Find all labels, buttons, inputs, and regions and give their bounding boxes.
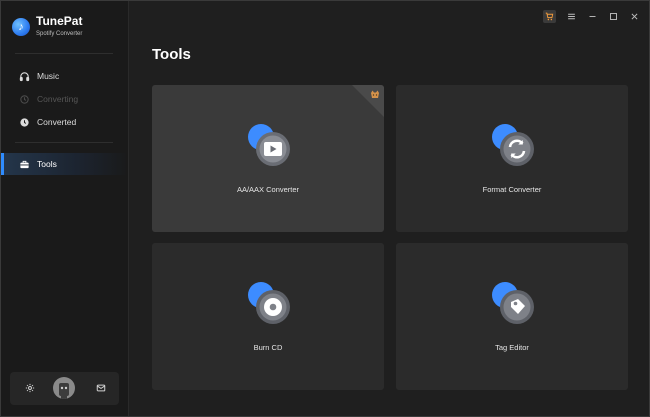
sidebar-item-label: Music [37, 71, 60, 81]
menu-icon[interactable] [565, 10, 578, 23]
tool-card-tag-editor[interactable]: Tag Editor [396, 243, 628, 390]
premium-badge-icon [368, 88, 381, 101]
tag-icon [492, 282, 534, 324]
sidebar-item-music[interactable]: Music [1, 65, 128, 87]
sidebar: ♪ TunePat Spotify Converter Music Conver… [1, 1, 129, 416]
sidebar-item-converting[interactable]: Converting [1, 88, 128, 110]
sidebar-item-tools[interactable]: Tools [1, 153, 128, 175]
tool-card-burn-cd[interactable]: Burn CD [152, 243, 384, 390]
sidebar-item-label: Converting [37, 94, 79, 104]
app-subtitle: Spotify Converter [36, 31, 83, 37]
headphones-icon [18, 70, 30, 82]
sidebar-divider [15, 53, 113, 54]
maximize-icon[interactable] [607, 10, 620, 23]
brand: ♪ TunePat Spotify Converter [12, 14, 82, 39]
tool-card-label: AA/AAX Converter [236, 185, 300, 194]
app-name: TunePat [36, 14, 83, 28]
sidebar-item-converted[interactable]: Converted [1, 111, 128, 133]
avatar[interactable] [53, 377, 75, 399]
sidebar-divider [15, 142, 113, 143]
minimize-icon[interactable] [586, 10, 599, 23]
app-window: ♪ TunePat Spotify Converter Music Conver… [0, 0, 650, 417]
refresh-icon [492, 124, 534, 166]
clock-icon [18, 116, 30, 128]
tool-card-format-converter[interactable]: Format Converter [396, 85, 628, 232]
mail-icon[interactable] [94, 381, 108, 395]
audiobook-icon [248, 124, 290, 166]
sidebar-item-label: Converted [37, 117, 77, 127]
sidebar-item-label: Tools [37, 159, 57, 169]
tool-card-label: Burn CD [253, 343, 283, 352]
gear-icon[interactable] [23, 381, 37, 395]
sidebar-bottom-bar [10, 372, 119, 405]
tool-card-label: Tag Editor [495, 343, 529, 352]
page-title: Tools [152, 46, 191, 63]
tool-card-label: Format Converter [482, 185, 542, 194]
converting-icon [18, 93, 30, 105]
cart-icon[interactable] [543, 10, 556, 23]
toolbox-icon [18, 158, 30, 170]
tool-card-aa-aax-converter[interactable]: AA/AAX Converter [152, 85, 384, 232]
disc-icon [248, 282, 290, 324]
close-icon[interactable] [628, 10, 641, 23]
tunepat-logo-icon: ♪ [12, 17, 30, 36]
